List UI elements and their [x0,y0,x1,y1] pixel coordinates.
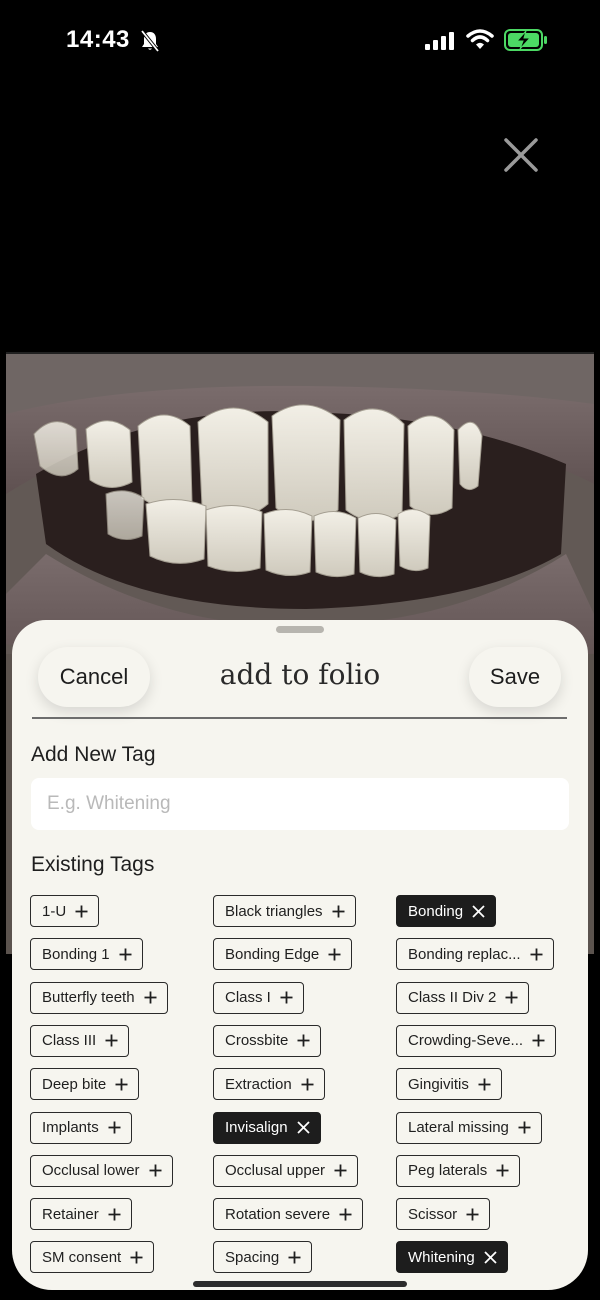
plus-icon [280,991,293,1004]
plus-icon [334,1164,347,1177]
tag-chip[interactable]: Occlusal lower [30,1154,173,1187]
wifi-icon [466,29,494,49]
tag-label: Occlusal lower [42,1162,140,1180]
tag-label: Butterfly teeth [42,989,135,1007]
plus-icon [339,1208,352,1221]
tag-label: Bonding 1 [42,945,110,963]
tag-chip[interactable]: Gingivitis [396,1068,502,1101]
tag-label: Bonding replac... [408,945,521,963]
tag-chip[interactable]: Invisalign [213,1111,321,1144]
plus-icon [130,1251,143,1264]
plus-icon [288,1251,301,1264]
add-new-tag-label: Add New Tag [31,743,156,766]
status-bar: 14:43 [0,0,600,84]
tag-chip[interactable]: Scissor [396,1198,491,1231]
plus-icon [505,991,518,1004]
close-icon[interactable] [500,134,542,176]
plus-icon [496,1164,509,1177]
plus-icon [301,1078,314,1091]
tag-label: SM consent [42,1248,122,1266]
tag-chip[interactable]: Bonding Edge [213,938,353,971]
tag-label: Bonding [408,902,464,920]
plus-icon [532,1034,545,1047]
tag-chip[interactable]: Spacing [213,1241,313,1274]
tag-label: Implants [42,1119,99,1136]
tag-chip[interactable]: Lateral missing [396,1111,542,1144]
tag-label: Invisalign [225,1119,288,1136]
new-tag-input[interactable] [31,778,569,830]
battery-charging-icon [504,29,547,51]
remove-icon [484,1251,497,1264]
tag-label: Peg laterals [408,1162,488,1180]
remove-icon [296,1121,310,1134]
home-indicator[interactable] [193,1281,407,1287]
tag-label: Class I [225,989,271,1007]
plus-icon [518,1121,531,1134]
plus-icon [530,948,543,961]
tag-chip[interactable]: Bonding 1 [30,938,143,971]
tag-chip[interactable]: SM consent [30,1241,155,1274]
tag-label: Crowding-Seve... [408,1032,524,1050]
tag-chip[interactable]: Butterfly teeth [30,981,168,1014]
plus-icon [115,1078,128,1091]
plus-icon [466,1208,479,1221]
sheet-grabber[interactable] [276,626,324,633]
tag-label: Class II Div 2 [408,989,497,1007]
tag-label: Rotation severe [225,1205,331,1223]
status-time: 14:43 [66,26,130,53]
tag-label: Lateral missing [408,1119,509,1136]
tag-chip[interactable]: Class III [30,1024,130,1057]
tag-chip[interactable]: Class II Div 2 [396,981,530,1014]
plus-icon [105,1034,118,1047]
tag-label: 1-U [42,902,67,920]
plus-icon [478,1078,491,1091]
plus-icon [108,1208,121,1221]
tag-chip[interactable]: 1-U [30,895,100,927]
tag-label: Scissor [408,1205,458,1223]
tag-chip[interactable]: Peg laterals [396,1154,521,1187]
plus-icon [75,905,88,918]
tag-chip[interactable]: Retainer [30,1198,132,1231]
existing-tags-label: Existing Tags [31,853,155,876]
plus-icon [297,1034,310,1047]
tag-chip[interactable]: Bonding [396,895,497,927]
tag-chip[interactable]: Implants [30,1111,132,1144]
tag-chip[interactable]: Rotation severe [213,1198,364,1231]
tag-chip[interactable]: Crowding-Seve... [396,1024,557,1057]
plus-icon [108,1121,121,1134]
tag-label: Retainer [42,1205,99,1223]
tag-chip[interactable]: Extraction [213,1068,325,1101]
tag-chip[interactable]: Deep bite [30,1068,140,1101]
plus-icon [119,948,132,961]
save-button[interactable]: Save [469,647,561,707]
tag-label: Gingivitis [408,1075,469,1093]
tag-chip[interactable]: Bonding replac... [396,938,554,971]
plus-icon [328,948,341,961]
tag-chip[interactable]: Occlusal upper [213,1154,359,1187]
signal-icon [425,32,454,50]
plus-icon [332,905,345,918]
tag-label: Bonding Edge [225,945,320,963]
tag-chip[interactable]: Black triangles [213,895,356,927]
tag-label: Whitening [408,1248,475,1266]
tag-label: Black triangles [225,902,323,920]
tag-label: Class III [42,1032,97,1050]
tag-chip[interactable]: Class I [213,981,304,1014]
divider [32,717,567,719]
plus-icon [144,991,157,1004]
add-to-folio-sheet: Cancel add to folio Save Add New Tag Exi… [12,620,588,1290]
tag-label: Crossbite [225,1032,289,1050]
bell-slash-icon [140,30,160,52]
tag-label: Occlusal upper [225,1162,326,1180]
tag-label: Deep bite [42,1075,107,1093]
remove-icon [472,904,485,918]
tag-chip[interactable]: Whitening [396,1241,508,1274]
tag-chip[interactable]: Crossbite [213,1024,322,1057]
plus-icon [149,1164,162,1177]
tag-label: Spacing [225,1248,280,1266]
tag-label: Extraction [225,1075,292,1093]
